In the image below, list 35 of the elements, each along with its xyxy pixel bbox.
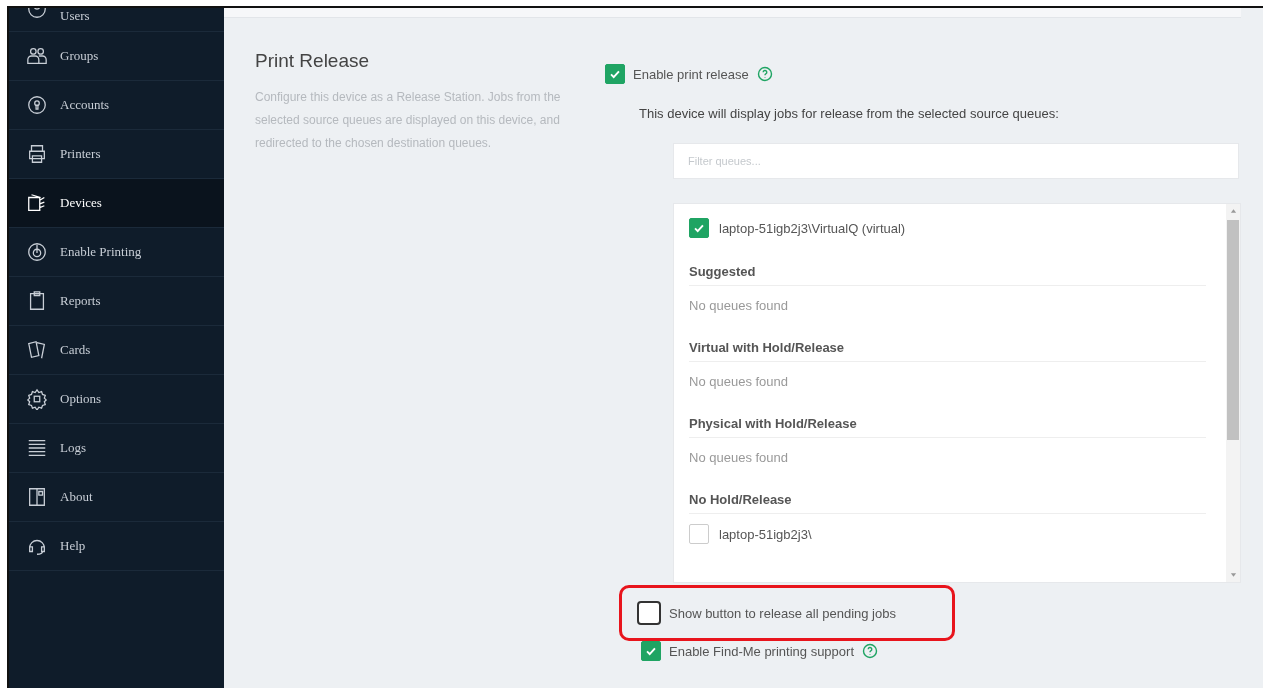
checkbox-label: Enable Find-Me printing support [669, 643, 854, 659]
help-icon[interactable] [862, 643, 878, 659]
printer-icon [26, 143, 48, 165]
checkbox[interactable] [605, 64, 625, 84]
cards-icon [26, 339, 48, 361]
checkbox[interactable] [637, 601, 661, 625]
section-title: Print Release [255, 50, 371, 72]
settings-icon [26, 388, 48, 410]
scroll-thumb[interactable] [1227, 220, 1239, 440]
group-heading: Virtual with Hold/Release [689, 324, 1206, 362]
checkbox[interactable] [689, 218, 709, 238]
checkbox[interactable] [641, 641, 661, 661]
nav-item[interactable]: Users [9, 8, 224, 32]
group-heading: Suggested [689, 248, 1206, 286]
scroll-down-icon[interactable] [1229, 572, 1237, 578]
group-heading: No Hold/Release [689, 476, 1206, 514]
instruction-text: This device will display jobs for release from the selected source queues: [639, 106, 1060, 121]
empty-message: No queues found [689, 296, 790, 315]
empty-message: No queues found [689, 448, 790, 467]
checkbox-label: Enable print release [633, 66, 749, 82]
book-icon [26, 486, 48, 508]
group-heading: Physical with Hold/Release [689, 400, 1206, 438]
filter-field[interactable]: Filter queues... [673, 143, 1239, 179]
scrollbar[interactable] [1226, 204, 1240, 582]
empty-message: No queues found [689, 372, 790, 391]
target-icon [26, 241, 48, 263]
queue-name: laptop-51igb2j3\ [719, 526, 812, 542]
queue-name: laptop-51igb2j3\VirtualQ (virtual) [719, 220, 906, 236]
people-icon [26, 45, 48, 67]
checkbox-label: Show button to release all pending jobs [669, 605, 896, 621]
nav-item[interactable]: Devices [9, 179, 224, 228]
lines-icon [26, 437, 48, 459]
scroll-up-icon[interactable] [1229, 208, 1237, 214]
coin-icon [26, 94, 48, 116]
help-icon[interactable] [756, 66, 773, 82]
